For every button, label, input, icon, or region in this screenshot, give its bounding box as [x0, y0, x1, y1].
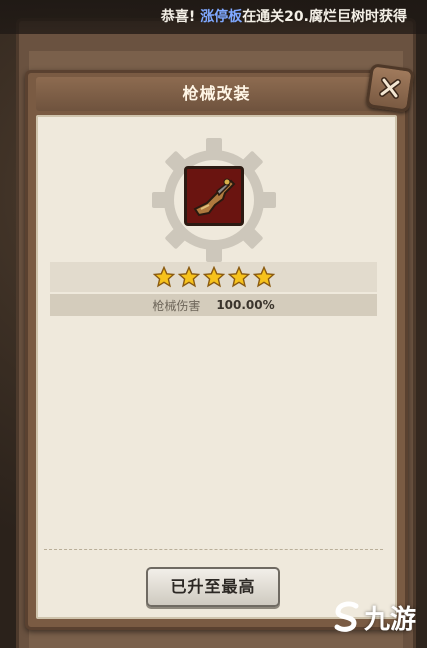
stat-value: 100.00% — [216, 298, 275, 312]
weapon-icon-frame — [184, 166, 244, 226]
notice-player-name: 涨停板 — [200, 9, 243, 25]
notice-banner: 恭喜! 涨停板在通关20.腐烂巨树时获得 — [0, 0, 427, 34]
jiuyou-s-logo — [334, 601, 359, 632]
watermark-text: 九游 — [364, 604, 417, 635]
stat-label: 枪械伤害 — [152, 298, 201, 313]
close-x-icon — [379, 77, 401, 99]
notice-prefix: 恭喜! — [160, 9, 196, 25]
star-icon — [202, 266, 225, 288]
close-button[interactable] — [365, 63, 415, 113]
max-level-button[interactable]: 已升至最高 — [146, 567, 280, 607]
rifle-icon — [193, 178, 236, 217]
dialog-title: 枪械改装 — [36, 77, 397, 111]
star-rating — [50, 262, 377, 292]
watermark: 九游 — [332, 594, 416, 640]
game-screen: 恭喜! 涨停板在通关20.腐烂巨树时获得 枪械改装 枪械伤害 100.00% 已… — [0, 0, 427, 648]
notice-suffix: 在通关20.腐烂巨树时获得 — [242, 9, 407, 25]
weapon-gear-frame — [150, 136, 278, 264]
star-icon — [177, 266, 200, 288]
star-icon — [152, 266, 175, 288]
weapon-damage-stat: 枪械伤害 100.00% — [50, 294, 377, 316]
star-icon — [227, 266, 250, 288]
dashed-divider — [44, 549, 383, 550]
star-icon — [252, 266, 275, 288]
